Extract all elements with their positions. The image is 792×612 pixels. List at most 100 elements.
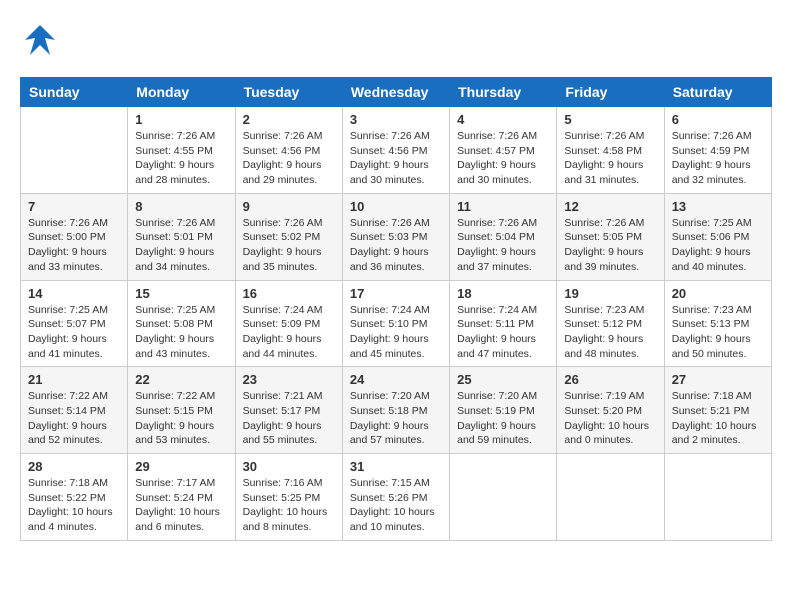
page-header <box>20 20 772 67</box>
day-number: 9 <box>243 199 335 214</box>
calendar-day-cell: 23 Sunrise: 7:21 AM Sunset: 5:17 PM Dayli… <box>235 367 342 454</box>
weekday-header-cell: Friday <box>557 78 664 107</box>
calendar-day-cell: 14 Sunrise: 7:25 AM Sunset: 5:07 PM Dayli… <box>21 280 128 367</box>
day-number: 5 <box>564 112 656 127</box>
calendar-day-cell <box>664 454 771 541</box>
day-number: 18 <box>457 286 549 301</box>
calendar-day-cell: 29Sunrise: 7:17 AM Sunset: 5:24 PM Dayli… <box>128 454 235 541</box>
calendar-table: SundayMondayTuesdayWednesdayThursdayFrid… <box>20 77 772 541</box>
day-number: 3 <box>350 112 442 127</box>
day-info: Sunrise: 7:20 AM Sunset: 5:18 PM Dayligh… <box>350 389 442 448</box>
logo-bird-icon <box>20 20 60 67</box>
calendar-week-row: 7 Sunrise: 7:26 AM Sunset: 5:00 PM Daylig… <box>21 193 772 280</box>
day-number: 7 <box>28 199 120 214</box>
calendar-day-cell: 3 Sunrise: 7:26 AM Sunset: 4:56 PM Daylig… <box>342 107 449 194</box>
day-number: 19 <box>564 286 656 301</box>
calendar-week-row: 1 Sunrise: 7:26 AM Sunset: 4:55 PM Daylig… <box>21 107 772 194</box>
day-info: Sunrise: 7:26 AM Sunset: 4:57 PM Dayligh… <box>457 129 549 188</box>
day-number: 14 <box>28 286 120 301</box>
calendar-day-cell <box>450 454 557 541</box>
day-info: Sunrise: 7:24 AM Sunset: 5:09 PM Dayligh… <box>243 303 335 362</box>
day-info: Sunrise: 7:18 AM Sunset: 5:21 PM Dayligh… <box>672 389 764 448</box>
day-number: 29 <box>135 459 227 474</box>
calendar-day-cell: 18 Sunrise: 7:24 AM Sunset: 5:11 PM Dayli… <box>450 280 557 367</box>
calendar-body: 1 Sunrise: 7:26 AM Sunset: 4:55 PM Daylig… <box>21 107 772 541</box>
day-info: Sunrise: 7:15 AM Sunset: 5:26 PM Dayligh… <box>350 476 442 535</box>
day-number: 20 <box>672 286 764 301</box>
calendar-week-row: 28 Sunrise: 7:18 AM Sunset: 5:22 PM Dayli… <box>21 454 772 541</box>
day-info: Sunrise: 7:16 AM Sunset: 5:25 PM Dayligh… <box>243 476 335 535</box>
weekday-header-cell: Wednesday <box>342 78 449 107</box>
day-number: 23 <box>243 372 335 387</box>
logo <box>20 20 64 67</box>
calendar-day-cell: 24 Sunrise: 7:20 AM Sunset: 5:18 PM Dayli… <box>342 367 449 454</box>
calendar-day-cell: 7 Sunrise: 7:26 AM Sunset: 5:00 PM Daylig… <box>21 193 128 280</box>
day-number: 26 <box>564 372 656 387</box>
calendar-day-cell <box>21 107 128 194</box>
calendar-day-cell: 19 Sunrise: 7:23 AM Sunset: 5:12 PM Dayli… <box>557 280 664 367</box>
calendar-day-cell: 22 Sunrise: 7:22 AM Sunset: 5:15 PM Dayli… <box>128 367 235 454</box>
day-info: Sunrise: 7:26 AM Sunset: 5:05 PM Dayligh… <box>564 216 656 275</box>
calendar-day-cell: 1 Sunrise: 7:26 AM Sunset: 4:55 PM Daylig… <box>128 107 235 194</box>
weekday-header-cell: Thursday <box>450 78 557 107</box>
calendar-day-cell: 31 Sunrise: 7:15 AM Sunset: 5:26 PM Dayli… <box>342 454 449 541</box>
day-number: 17 <box>350 286 442 301</box>
day-number: 13 <box>672 199 764 214</box>
day-number: 12 <box>564 199 656 214</box>
day-info: Sunrise: 7:26 AM Sunset: 4:56 PM Dayligh… <box>350 129 442 188</box>
calendar-day-cell: 9Sunrise: 7:26 AM Sunset: 5:02 PM Daylig… <box>235 193 342 280</box>
calendar-day-cell: 4 Sunrise: 7:26 AM Sunset: 4:57 PM Daylig… <box>450 107 557 194</box>
weekday-header-cell: Monday <box>128 78 235 107</box>
day-number: 21 <box>28 372 120 387</box>
day-number: 1 <box>135 112 227 127</box>
day-number: 25 <box>457 372 549 387</box>
calendar-day-cell: 5 Sunrise: 7:26 AM Sunset: 4:58 PM Daylig… <box>557 107 664 194</box>
day-number: 31 <box>350 459 442 474</box>
calendar-week-row: 14 Sunrise: 7:25 AM Sunset: 5:07 PM Dayli… <box>21 280 772 367</box>
day-info: Sunrise: 7:23 AM Sunset: 5:12 PM Dayligh… <box>564 303 656 362</box>
calendar-day-cell: 17 Sunrise: 7:24 AM Sunset: 5:10 PM Dayli… <box>342 280 449 367</box>
day-info: Sunrise: 7:25 AM Sunset: 5:07 PM Dayligh… <box>28 303 120 362</box>
day-info: Sunrise: 7:25 AM Sunset: 5:06 PM Dayligh… <box>672 216 764 275</box>
calendar-day-cell <box>557 454 664 541</box>
calendar-day-cell: 27Sunrise: 7:18 AM Sunset: 5:21 PM Dayli… <box>664 367 771 454</box>
day-info: Sunrise: 7:24 AM Sunset: 5:11 PM Dayligh… <box>457 303 549 362</box>
calendar-day-cell: 20Sunrise: 7:23 AM Sunset: 5:13 PM Dayli… <box>664 280 771 367</box>
day-info: Sunrise: 7:25 AM Sunset: 5:08 PM Dayligh… <box>135 303 227 362</box>
day-number: 11 <box>457 199 549 214</box>
calendar-day-cell: 12 Sunrise: 7:26 AM Sunset: 5:05 PM Dayli… <box>557 193 664 280</box>
day-number: 16 <box>243 286 335 301</box>
calendar-day-cell: 11 Sunrise: 7:26 AM Sunset: 5:04 PM Dayli… <box>450 193 557 280</box>
day-number: 2 <box>243 112 335 127</box>
calendar-day-cell: 15 Sunrise: 7:25 AM Sunset: 5:08 PM Dayli… <box>128 280 235 367</box>
calendar-day-cell: 21 Sunrise: 7:22 AM Sunset: 5:14 PM Dayli… <box>21 367 128 454</box>
calendar-day-cell: 28 Sunrise: 7:18 AM Sunset: 5:22 PM Dayli… <box>21 454 128 541</box>
day-info: Sunrise: 7:22 AM Sunset: 5:15 PM Dayligh… <box>135 389 227 448</box>
day-number: 24 <box>350 372 442 387</box>
calendar-day-cell: 26 Sunrise: 7:19 AM Sunset: 5:20 PM Dayli… <box>557 367 664 454</box>
day-number: 6 <box>672 112 764 127</box>
day-info: Sunrise: 7:18 AM Sunset: 5:22 PM Dayligh… <box>28 476 120 535</box>
calendar-day-cell: 25 Sunrise: 7:20 AM Sunset: 5:19 PM Dayli… <box>450 367 557 454</box>
calendar-day-cell: 6Sunrise: 7:26 AM Sunset: 4:59 PM Daylig… <box>664 107 771 194</box>
day-info: Sunrise: 7:26 AM Sunset: 5:00 PM Dayligh… <box>28 216 120 275</box>
day-number: 15 <box>135 286 227 301</box>
day-info: Sunrise: 7:21 AM Sunset: 5:17 PM Dayligh… <box>243 389 335 448</box>
weekday-header-cell: Sunday <box>21 78 128 107</box>
day-number: 22 <box>135 372 227 387</box>
calendar-day-cell: 8Sunrise: 7:26 AM Sunset: 5:01 PM Daylig… <box>128 193 235 280</box>
day-info: Sunrise: 7:26 AM Sunset: 5:04 PM Dayligh… <box>457 216 549 275</box>
day-number: 28 <box>28 459 120 474</box>
day-number: 30 <box>243 459 335 474</box>
day-info: Sunrise: 7:26 AM Sunset: 5:03 PM Dayligh… <box>350 216 442 275</box>
calendar-day-cell: 13 Sunrise: 7:25 AM Sunset: 5:06 PM Dayli… <box>664 193 771 280</box>
day-number: 4 <box>457 112 549 127</box>
day-info: Sunrise: 7:26 AM Sunset: 4:58 PM Dayligh… <box>564 129 656 188</box>
day-info: Sunrise: 7:26 AM Sunset: 4:55 PM Dayligh… <box>135 129 227 188</box>
day-info: Sunrise: 7:26 AM Sunset: 4:56 PM Dayligh… <box>243 129 335 188</box>
day-info: Sunrise: 7:24 AM Sunset: 5:10 PM Dayligh… <box>350 303 442 362</box>
day-info: Sunrise: 7:20 AM Sunset: 5:19 PM Dayligh… <box>457 389 549 448</box>
day-info: Sunrise: 7:22 AM Sunset: 5:14 PM Dayligh… <box>28 389 120 448</box>
day-info: Sunrise: 7:19 AM Sunset: 5:20 PM Dayligh… <box>564 389 656 448</box>
weekday-header-cell: Tuesday <box>235 78 342 107</box>
